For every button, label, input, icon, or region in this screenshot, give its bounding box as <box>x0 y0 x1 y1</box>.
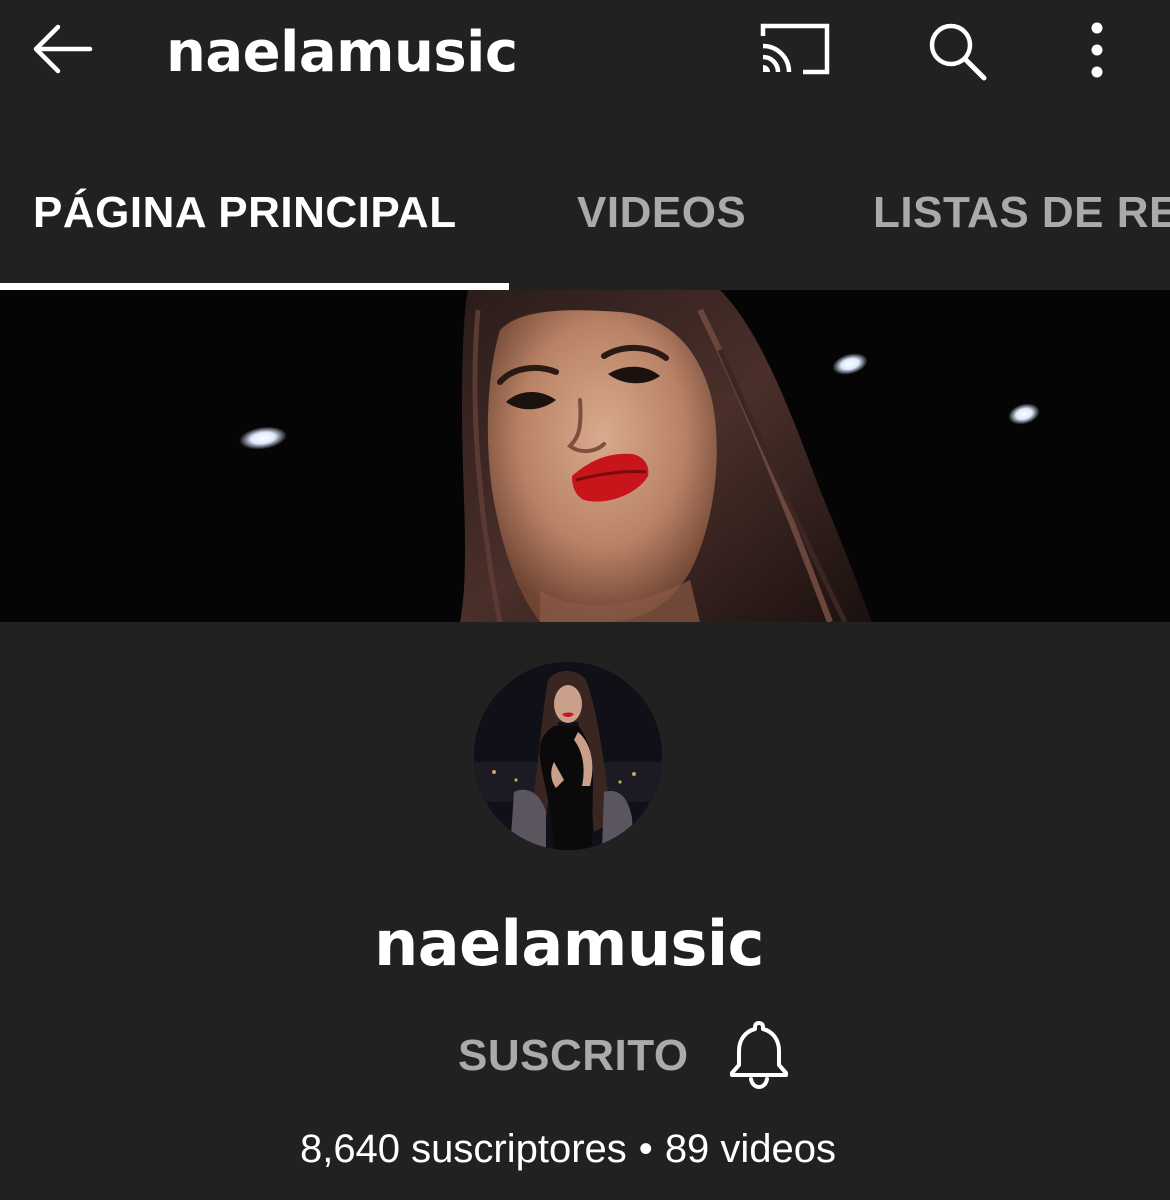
tab-playlists[interactable]: LISTAS DE REI <box>873 186 1170 240</box>
cast-icon <box>760 23 830 75</box>
avatar-image <box>474 662 662 850</box>
notifications-button[interactable] <box>724 1016 794 1092</box>
tab-home[interactable]: PÁGINA PRINCIPAL <box>33 186 457 240</box>
back-arrow-icon <box>33 24 93 74</box>
subscribed-button[interactable]: SUSCRITO <box>450 1016 697 1096</box>
subscriber-count: 8,640 suscriptores <box>299 1127 627 1171</box>
banner-image <box>0 290 1170 622</box>
bell-icon <box>730 1021 788 1089</box>
channel-stats: 8,640 suscriptores • 89 videos <box>0 1122 1136 1176</box>
channel-tabs: PÁGINA PRINCIPAL VIDEOS LISTAS DE REI <box>0 150 1170 290</box>
more-options-button[interactable] <box>1070 14 1124 86</box>
cast-button[interactable] <box>752 14 838 84</box>
subscription-row: SUSCRITO <box>0 1016 1170 1096</box>
search-button[interactable] <box>918 14 994 86</box>
tab-videos[interactable]: VIDEOS <box>577 186 746 240</box>
back-button[interactable] <box>22 14 100 84</box>
channel-page: naelamusic PÁGINA PRINCIPAL VIDEOS LISTA… <box>0 0 1170 1200</box>
channel-avatar[interactable] <box>474 662 662 850</box>
app-bar-title: naelamusic <box>166 20 518 85</box>
channel-banner <box>0 290 1170 622</box>
more-vert-icon <box>1091 22 1103 78</box>
stats-separator: • <box>638 1127 653 1171</box>
video-count: 89 videos <box>664 1127 837 1171</box>
top-app-bar: naelamusic <box>0 0 1170 110</box>
channel-name: naelamusic <box>374 907 764 980</box>
selected-tab-indicator <box>0 283 509 290</box>
search-icon <box>929 23 987 81</box>
